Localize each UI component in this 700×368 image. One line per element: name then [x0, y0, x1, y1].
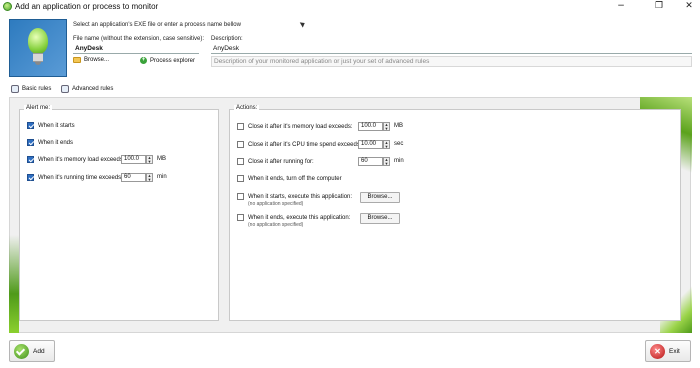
process-explorer-button[interactable]: + Process explorer	[140, 57, 195, 64]
browse-label: Browse...	[84, 57, 110, 63]
running-time-unit: min	[157, 174, 167, 180]
description-label: Description:	[211, 36, 243, 42]
close-cpu-stepper[interactable]: 10.00	[358, 140, 383, 149]
tab-basic-rules[interactable]: Basic rules	[11, 85, 51, 93]
end-app-status: (no application specified)	[248, 222, 304, 228]
folder-icon	[73, 57, 81, 63]
checkbox[interactable]	[237, 175, 244, 182]
stepper-arrows-icon[interactable]: ▲ ▼	[383, 140, 390, 149]
file-name-input[interactable]: AnyDesk	[73, 44, 199, 54]
browse-start-app-button[interactable]: Browse...	[360, 192, 400, 203]
basic-rules-icon	[11, 85, 19, 93]
checkbox[interactable]	[27, 156, 34, 163]
action-execute-on-end[interactable]: When it ends, execute this application:	[237, 214, 350, 221]
alert-when-starts[interactable]: When it starts	[27, 122, 75, 129]
checkbox[interactable]	[27, 174, 34, 181]
add-button[interactable]: Add	[9, 340, 55, 362]
close-button[interactable]: ✕	[680, 1, 698, 12]
close-running-unit: min	[394, 158, 404, 164]
exit-label: Exit	[669, 347, 680, 355]
maximize-button[interactable]: ❐	[650, 1, 668, 12]
checkmark-icon	[14, 343, 29, 359]
alert-memory-exceeds[interactable]: When it's memory load exceeds:	[27, 156, 125, 163]
close-memory-unit: MB	[394, 123, 403, 129]
browse-end-app-button[interactable]: Browse...	[360, 213, 400, 224]
title-bar: Add an application or process to monitor…	[0, 0, 700, 14]
action-execute-on-start[interactable]: When it starts, execute this application…	[237, 193, 352, 200]
stepper-arrows-icon[interactable]: ▲ ▼	[383, 157, 390, 166]
leaf-decoration	[9, 235, 19, 333]
minimize-button[interactable]: −	[612, 1, 630, 12]
app-icon	[3, 2, 12, 11]
alert-when-ends[interactable]: When it ends	[27, 139, 73, 146]
checkbox[interactable]	[237, 123, 244, 130]
memory-unit: MB	[157, 156, 166, 162]
process-explorer-icon: +	[140, 57, 147, 64]
stepper-arrows-icon[interactable]: ▲ ▼	[383, 122, 390, 131]
action-close-memory[interactable]: Close it after it's memory load exceeds:	[237, 123, 353, 130]
close-memory-stepper[interactable]: 100.0	[358, 122, 383, 131]
window-title: Add an application or process to monitor	[15, 2, 159, 11]
exit-button[interactable]: ✕ Exit	[645, 340, 691, 362]
lightbulb-icon	[9, 19, 67, 77]
checkbox[interactable]	[237, 193, 244, 200]
tab-advanced-rules[interactable]: Advanced rules	[61, 85, 113, 93]
instruction-text: Select an application's EXE file or ente…	[73, 22, 241, 28]
add-label: Add	[33, 347, 45, 355]
checkbox[interactable]	[237, 158, 244, 165]
memory-limit-stepper[interactable]: 100.0	[121, 155, 146, 164]
running-time-stepper[interactable]: 60	[121, 173, 146, 182]
checkbox[interactable]	[237, 141, 244, 148]
action-close-running[interactable]: Close it after running for:	[237, 158, 314, 165]
exit-icon: ✕	[650, 343, 665, 359]
checkbox[interactable]	[27, 139, 34, 146]
close-cpu-unit: sec	[394, 141, 404, 147]
process-explorer-label: Process explorer	[150, 57, 196, 64]
action-turn-off-computer[interactable]: When it ends, turn off the computer	[237, 175, 342, 182]
description-input[interactable]: AnyDesk	[211, 44, 692, 54]
checkbox[interactable]	[237, 214, 244, 221]
stepper-arrows-icon[interactable]: ▲ ▼	[146, 173, 153, 182]
browse-button[interactable]: Browse...	[73, 57, 109, 63]
alert-running-time-exceeds[interactable]: When it's running time exceeds:	[27, 174, 123, 181]
alert-group-title: Alert me:	[24, 105, 53, 111]
mouse-cursor-icon	[299, 20, 307, 28]
close-running-stepper[interactable]: 60	[358, 157, 383, 166]
start-app-status: (no application specified)	[248, 201, 304, 207]
checkbox[interactable]	[27, 122, 34, 129]
file-name-label: File name (without the extension, case s…	[73, 36, 205, 42]
action-close-cpu[interactable]: Close it after it's CPU time spend excee…	[237, 141, 362, 148]
stepper-arrows-icon[interactable]: ▲ ▼	[146, 155, 153, 164]
actions-group-title: Actions:	[234, 105, 260, 111]
description-placeholder[interactable]: Description of your monitored applicatio…	[211, 56, 692, 67]
advanced-rules-icon	[61, 85, 69, 93]
